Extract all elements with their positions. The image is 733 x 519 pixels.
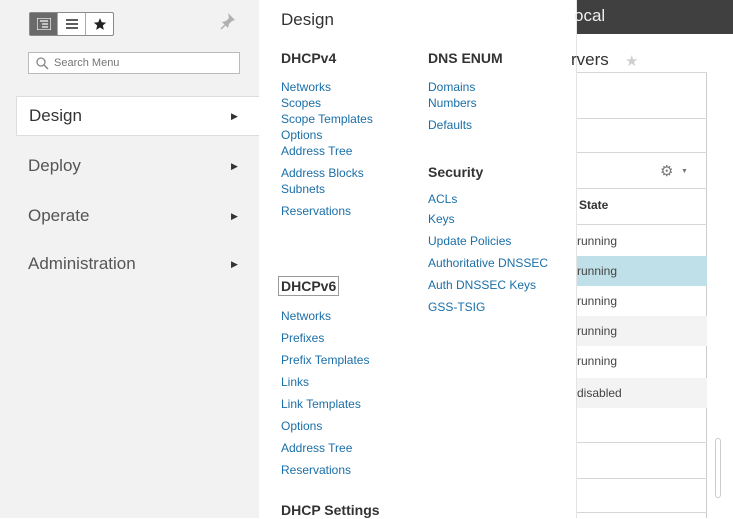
menu-link-update-policies[interactable]: Update Policies <box>428 233 548 249</box>
nav-item-label: Deploy <box>28 156 81 175</box>
search-input[interactable] <box>54 57 224 69</box>
state-cell: running <box>577 294 618 308</box>
section-heading: Security <box>428 164 484 180</box>
table-row[interactable]: disabled <box>577 378 707 408</box>
menu-link-dhcpv4-scopes[interactable]: Scopes <box>281 95 373 111</box>
tree-view-icon <box>36 18 51 30</box>
scrollbar[interactable] <box>715 438 721 498</box>
app-header-text: ocal <box>574 6 606 25</box>
menu-link-enum-numbers[interactable]: Numbers <box>428 95 503 111</box>
menu-link-dhcpv4-address-tree[interactable]: Address Tree <box>281 143 373 159</box>
menu-link-dhcpv6-networks[interactable]: Networks <box>281 308 369 324</box>
chevron-right-icon: ▶ <box>231 110 238 121</box>
dhcpv4-section: DHCPv4 Networks Scopes Scope Templates O… <box>281 49 373 219</box>
nav-item-label: Operate <box>28 206 90 225</box>
menu-title: Design <box>281 10 334 29</box>
pin-button[interactable] <box>220 10 240 32</box>
chevron-right-icon: ▶ <box>231 210 238 221</box>
section-heading: DHCPv6 <box>278 276 340 296</box>
table-row[interactable]: running <box>577 286 707 316</box>
search-icon <box>36 57 49 70</box>
design-menu-panel: Design DHCPv4 Networks Scopes Scope Temp… <box>259 0 577 518</box>
dns-enum-section: DNS ENUM Domains Numbers Defaults <box>428 49 503 133</box>
nav-item-operate[interactable]: Operate ▶ <box>16 196 259 236</box>
state-cell: running <box>577 234 618 248</box>
menu-link-dhcpv6-links[interactable]: Links <box>281 374 369 390</box>
pin-icon <box>220 13 235 30</box>
menu-link-enum-defaults[interactable]: Defaults <box>428 117 503 133</box>
divider <box>577 512 707 513</box>
nav-item-administration[interactable]: Administration ▶ <box>16 244 259 284</box>
menu-link-dhcpv6-link-templates[interactable]: Link Templates <box>281 396 369 412</box>
menu-link-dhcpv6-options[interactable]: Options <box>281 418 369 434</box>
tree-view-button[interactable] <box>30 13 58 35</box>
nav-item-deploy[interactable]: Deploy ▶ <box>16 146 259 186</box>
column-header-state[interactable]: State <box>579 198 608 212</box>
list-view-button[interactable] <box>58 13 86 35</box>
state-cell: running <box>577 354 618 368</box>
nav-item-design[interactable]: Design ▶ <box>16 96 259 136</box>
menu-link-dhcpv6-address-tree[interactable]: Address Tree <box>281 440 369 456</box>
gear-icon[interactable]: ⚙ <box>660 162 673 180</box>
menu-link-authoritative-dnssec[interactable]: Authoritative DNSSEC <box>428 255 548 271</box>
table-row[interactable]: running <box>577 346 707 376</box>
nav-item-label: Administration <box>28 254 136 273</box>
divider <box>577 72 707 73</box>
state-cell: running <box>577 324 618 338</box>
nav-item-label: Design <box>29 106 82 125</box>
menu-link-dhcpv4-subnets[interactable]: Subnets <box>281 181 373 197</box>
favorite-star-icon[interactable]: ★ <box>625 52 638 70</box>
menu-link-gss-tsig[interactable]: GSS-TSIG <box>428 299 548 315</box>
menu-link-enum-domains[interactable]: Domains <box>428 79 503 95</box>
search-box <box>28 52 240 74</box>
menu-link-dhcpv6-prefix-templates[interactable]: Prefix Templates <box>281 352 369 368</box>
menu-link-dhcpv4-networks[interactable]: Networks <box>281 79 373 95</box>
dhcp-settings-section: DHCP Settings <box>281 501 380 519</box>
section-heading: DHCPv4 <box>281 50 337 66</box>
divider <box>577 224 707 225</box>
divider <box>577 152 707 153</box>
chevron-right-icon: ▶ <box>231 160 238 171</box>
divider <box>577 442 707 443</box>
chevron-right-icon: ▶ <box>231 258 238 269</box>
star-icon <box>93 18 106 30</box>
table-row[interactable]: running <box>577 256 707 286</box>
list-view-icon <box>65 19 78 29</box>
favorites-button[interactable] <box>86 13 113 35</box>
left-navigation: Design ▶ Deploy ▶ Operate ▶ Administrati… <box>0 0 259 518</box>
menu-link-keys[interactable]: Keys <box>428 211 548 227</box>
view-toggle <box>29 12 114 36</box>
menu-link-acls[interactable]: ACLs <box>428 191 548 207</box>
menu-link-dhcpv4-address-blocks[interactable]: Address Blocks <box>281 165 373 181</box>
chevron-down-icon[interactable]: ▼ <box>681 168 688 175</box>
menu-link-auth-dnssec-keys[interactable]: Auth DNSSEC Keys <box>428 277 548 293</box>
dhcpv6-section: DHCPv6 Networks Prefixes Prefix Template… <box>278 276 369 478</box>
menu-link-dhcpv4-options[interactable]: Options <box>281 127 373 143</box>
state-cell: disabled <box>577 386 622 400</box>
divider <box>577 478 707 479</box>
menu-link-dhcpv4-reservations[interactable]: Reservations <box>281 203 373 219</box>
security-section: Security ACLs Keys Update Policies Autho… <box>428 163 548 315</box>
table-row[interactable]: running <box>577 226 707 256</box>
app-header: ocal <box>574 0 733 34</box>
state-cell: running <box>577 264 618 278</box>
divider <box>577 118 707 119</box>
page-title: rvers <box>571 50 609 69</box>
divider <box>577 188 707 189</box>
table-row[interactable]: running <box>577 316 707 346</box>
menu-link-dhcpv6-prefixes[interactable]: Prefixes <box>281 330 369 346</box>
menu-link-dhcpv6-reservations[interactable]: Reservations <box>281 462 369 478</box>
background-page: ocal rvers ★ ⚙ ▼ State running running r… <box>571 0 733 518</box>
menu-link-dhcpv4-scope-templates[interactable]: Scope Templates <box>281 111 373 127</box>
section-heading: DNS ENUM <box>428 50 503 66</box>
section-heading: DHCP Settings <box>281 502 380 518</box>
